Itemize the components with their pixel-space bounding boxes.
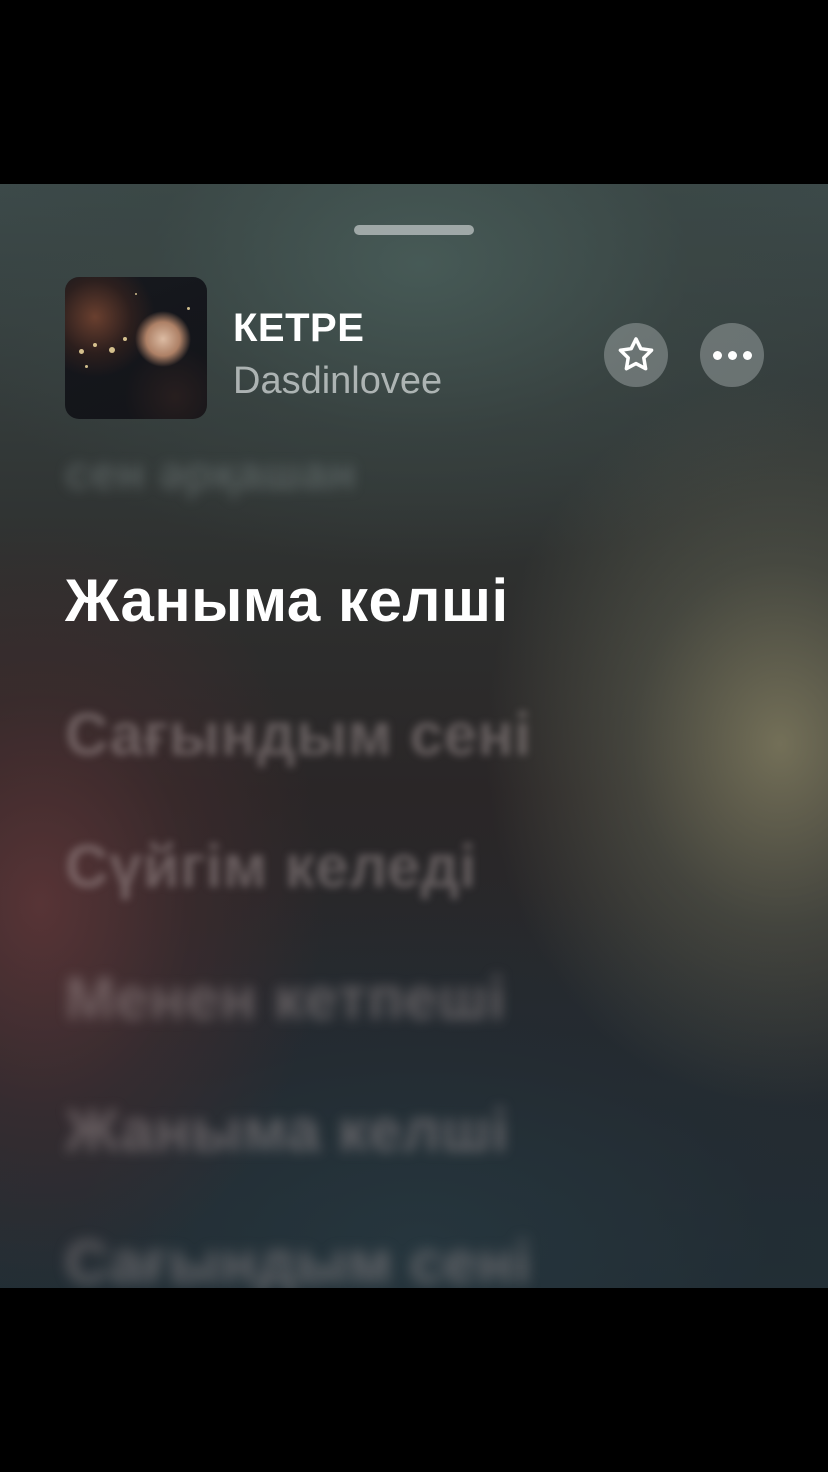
lyric-line-past[interactable]: сен әрқашан	[65, 446, 356, 500]
artist-name[interactable]: Dasdinlovee	[233, 360, 442, 403]
lyric-line-upcoming[interactable]: Сағындым сені	[65, 1228, 531, 1288]
lyric-line-current[interactable]: Жаныма келші	[65, 566, 509, 635]
now-playing-lyrics-sheet: КЕТРЕ Dasdinlovee сен әрқашан Жаныма кел…	[0, 184, 828, 1288]
more-options-button[interactable]	[700, 323, 764, 387]
star-icon	[618, 337, 654, 371]
album-artwork[interactable]	[65, 277, 207, 419]
letterbox-bottom	[0, 1288, 828, 1472]
lyric-line-upcoming[interactable]: Менен кетпеші	[65, 964, 506, 1033]
sheet-grabber-handle[interactable]	[354, 225, 474, 235]
letterbox-top	[0, 0, 828, 184]
ellipsis-icon	[712, 350, 752, 360]
lyric-line-upcoming[interactable]: Сүйгім келеді	[65, 832, 477, 901]
song-title[interactable]: КЕТРЕ	[233, 306, 364, 351]
favorite-button[interactable]	[604, 323, 668, 387]
lyric-line-upcoming[interactable]: Жаныма келші	[65, 1096, 509, 1165]
lyric-line-upcoming[interactable]: Сағындым сені	[65, 700, 531, 769]
